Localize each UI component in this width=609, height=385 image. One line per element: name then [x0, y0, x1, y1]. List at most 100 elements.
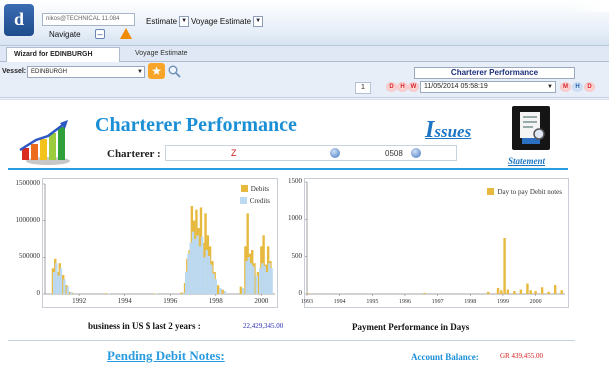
nav-back-week-button[interactable]: W	[408, 82, 419, 92]
tab-wizard-edinburgh[interactable]: Wizard for EDINBURGH	[6, 47, 120, 62]
app-logo[interactable]: d	[4, 4, 34, 36]
chart-bar	[223, 291, 227, 294]
chart-bar	[506, 289, 510, 294]
collapse-icon[interactable]: –	[95, 29, 105, 39]
chart-bar	[194, 239, 197, 294]
issues-link[interactable]: Issues	[425, 117, 471, 144]
statement-link[interactable]: Statement	[508, 156, 545, 166]
chart-bar	[247, 257, 251, 294]
legend-swatch	[240, 185, 248, 192]
user-field[interactable]: nikos@TECHNICAL 11.084	[42, 13, 135, 26]
chart-bar	[214, 279, 217, 294]
chevron-down-icon[interactable]: ▼	[253, 16, 264, 28]
nav-back-hour-button[interactable]: H	[397, 82, 408, 92]
page-number[interactable]: 1	[355, 82, 371, 94]
nav-back-day-button[interactable]: D	[386, 82, 397, 92]
chart-bar	[560, 290, 563, 294]
chart-bar	[239, 286, 243, 294]
chart-bar	[200, 236, 204, 294]
chart-bar	[307, 293, 310, 294]
chart-bar	[207, 255, 211, 294]
chart-bar	[263, 266, 266, 294]
title-divider	[8, 168, 568, 170]
estimate-dropdown[interactable]: Estimate ▼	[146, 15, 190, 28]
chart-bar	[155, 293, 158, 295]
chart-bar	[180, 292, 183, 294]
chart-bar	[219, 288, 222, 294]
chevron-down-icon[interactable]: ▼	[137, 68, 143, 76]
section-divider	[8, 340, 575, 341]
x-tick-label: 1994	[334, 299, 346, 305]
x-tick-label: 2000	[530, 299, 542, 305]
chart-bar	[205, 250, 208, 294]
payment-chart: 1993 1994 1995 1996 1997 1998 1999 2000 Day to …	[301, 178, 569, 308]
pending-debit-notes-link[interactable]: Pending Debit Notes:	[107, 348, 225, 364]
chart-bar	[184, 272, 188, 294]
navigate-label[interactable]: Navigate	[49, 30, 81, 39]
y-tick-label: 0	[298, 289, 303, 297]
corner-glow	[567, 0, 609, 12]
voyage-estimate-label: Voyage Estimate	[191, 17, 252, 26]
legend-swatch	[239, 197, 247, 204]
page-title: Charterer Performance	[95, 114, 297, 136]
code-search-icon[interactable]	[411, 148, 421, 158]
estimate-label: Estimate	[146, 17, 178, 26]
chart-bar	[107, 293, 110, 294]
vessel-value: EDINBURGH	[31, 69, 68, 75]
nav-forward-hour-button[interactable]: H	[572, 82, 583, 92]
x-tick-label: 1992	[72, 297, 87, 305]
chart-bar	[513, 291, 516, 294]
favorite-star-icon[interactable]: ★	[148, 63, 165, 79]
payment-chart-plot: 1993 1994 1995 1996 1997 1998 1999 2000	[301, 181, 565, 305]
chart-bar	[554, 285, 557, 294]
chart-bar	[265, 272, 269, 294]
chart-bar	[423, 292, 426, 294]
chevron-down-icon[interactable]: ▼	[547, 83, 553, 91]
tab-bar: Wizard for EDINBURGH Voyage Estimate	[0, 46, 609, 62]
payment-performance-label: Payment Performance in Days	[352, 322, 470, 332]
charterer-search-icon[interactable]	[330, 148, 340, 158]
chart-bar	[261, 263, 264, 294]
legend-debits: Debits	[240, 185, 269, 193]
chart-bar	[66, 286, 69, 294]
legend-label: Credits	[249, 197, 270, 205]
issues-initial: I	[425, 117, 435, 143]
legend-day-to-pay: Day to pay Debit notes	[487, 188, 562, 196]
nav-forward-month-button[interactable]: M	[560, 82, 571, 92]
chart-bar	[105, 293, 108, 294]
chart-bar	[245, 261, 248, 294]
nav-forward-day-button[interactable]: D	[584, 82, 595, 92]
x-tick-label: 1995	[366, 299, 378, 305]
y-tick-label: 500	[291, 251, 303, 260]
chart-bar	[249, 263, 253, 294]
date-select[interactable]: 11/05/2014 05:58:19 ▼	[420, 81, 556, 93]
content-area: Charterer Performance Charterer : Z 0508…	[0, 99, 609, 385]
x-tick-label: 1998	[209, 297, 224, 305]
chart-bar	[69, 292, 73, 294]
vessel-label: Vessel:	[2, 68, 27, 75]
chart-bar	[534, 291, 537, 294]
x-tick-label: 1994	[118, 297, 133, 305]
y-tick-label: 500000	[19, 252, 40, 261]
chevron-down-icon[interactable]: ▼	[179, 16, 190, 28]
performance-chart-icon	[19, 120, 70, 165]
tab-voyage-estimate[interactable]: Voyage Estimate	[128, 47, 195, 62]
warning-icon[interactable]	[120, 28, 132, 39]
search-icon[interactable]	[168, 65, 181, 78]
issues-rest: ssues	[434, 122, 472, 141]
voyage-estimate-dropdown[interactable]: Voyage Estimate ▼	[191, 15, 264, 28]
business-value: 22,429,345.00	[243, 322, 284, 330]
charterer-code: 0508	[385, 149, 403, 158]
toolbar: Vessel: EDINBURGH ▼ ★ 1 Charterer Perfor…	[0, 62, 609, 98]
chart-bar	[526, 283, 529, 294]
charterer-label: Charterer :	[107, 148, 161, 160]
statement-document-icon[interactable]	[512, 106, 550, 150]
chart-bar	[216, 285, 220, 294]
x-tick-label: 1996	[399, 299, 411, 305]
chart-bar	[519, 289, 523, 294]
chart-bar	[210, 264, 213, 294]
vessel-select[interactable]: EDINBURGH ▼	[27, 66, 145, 78]
x-tick-label: 2000	[254, 297, 269, 305]
charterer-field[interactable]: Z 0508	[165, 145, 457, 161]
chart-bar	[255, 275, 258, 294]
